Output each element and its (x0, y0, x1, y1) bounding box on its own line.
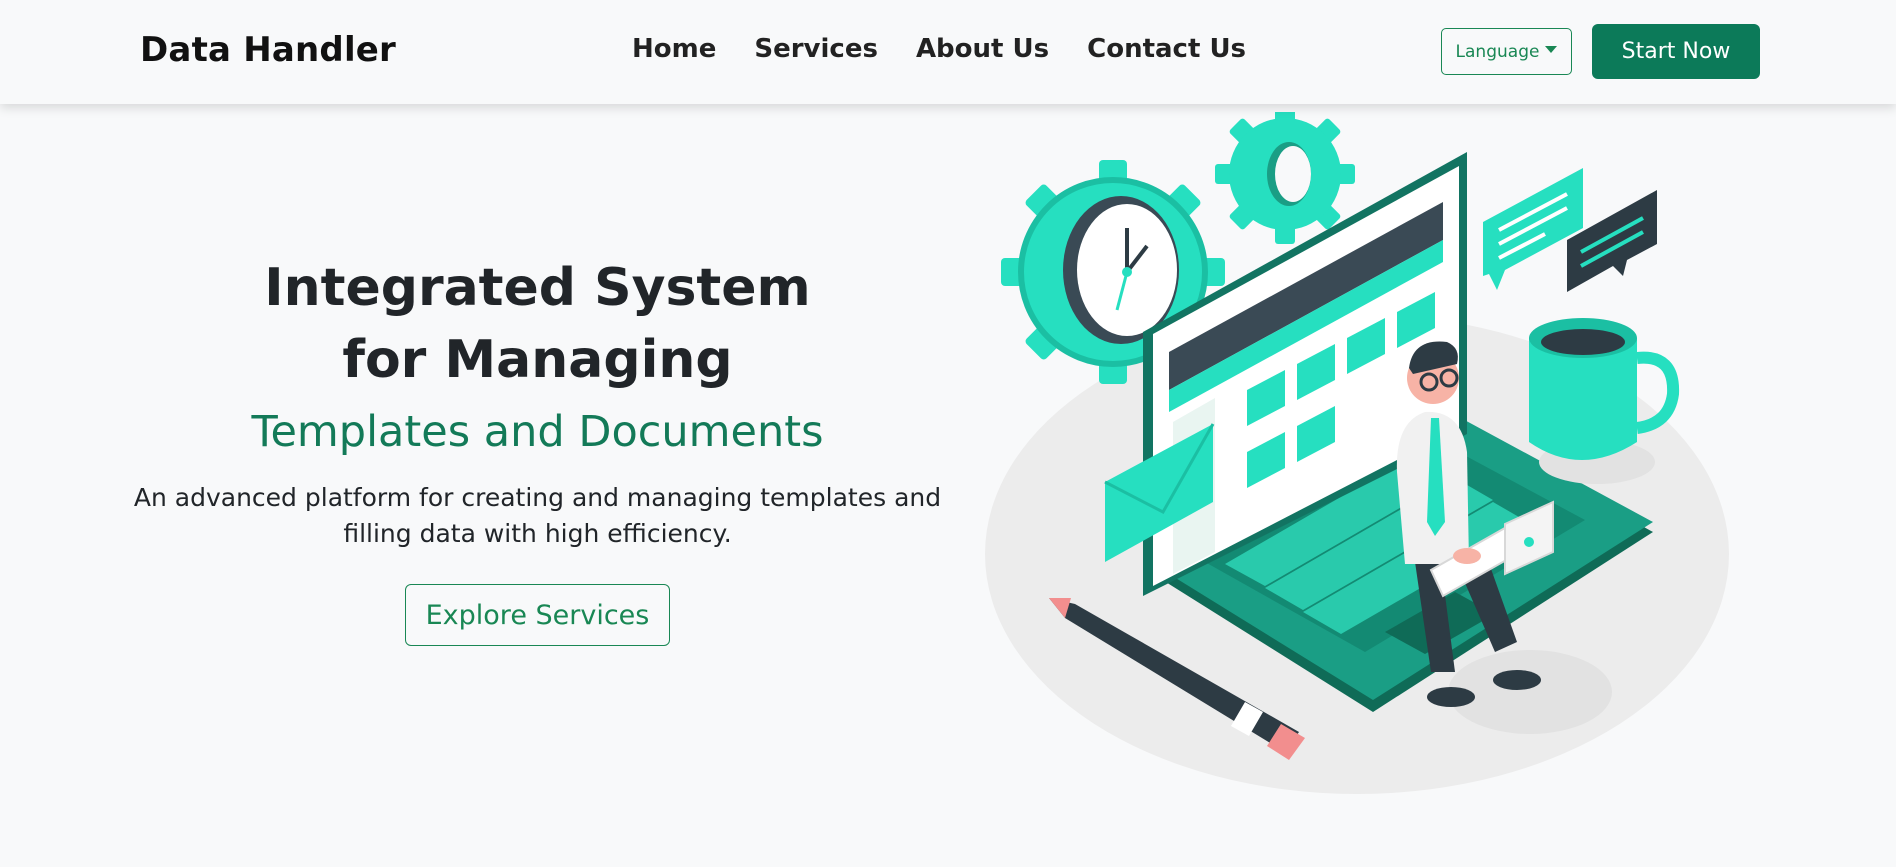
nav-link-home[interactable]: Home (632, 34, 716, 64)
language-label: Language (1455, 41, 1540, 62)
hero-title: Integrated System for Managing (264, 258, 811, 390)
coffee-cup-icon (1529, 318, 1680, 484)
person-with-laptop-illustration (985, 112, 1729, 794)
navbar: Data Handler Home Services About Us Cont… (0, 0, 1896, 104)
brand-logo[interactable]: Data Handler (140, 30, 396, 70)
nav-link-about-us[interactable]: About Us (916, 34, 1049, 64)
nav-link-services[interactable]: Services (754, 34, 878, 64)
gear-icon (1215, 112, 1355, 244)
language-dropdown[interactable]: Language (1441, 28, 1572, 75)
caret-down-icon (1545, 46, 1558, 53)
nav-links: Home Services About Us Contact Us (632, 34, 1246, 64)
chat-bubbles-icon (1483, 168, 1657, 292)
hero-section: Integrated System for Managing Templates… (120, 252, 955, 646)
hero-description: An advanced platform for creating and ma… (133, 483, 942, 548)
explore-services-button[interactable]: Explore Services (405, 584, 670, 646)
hero-subtitle: Templates and Documents (251, 407, 824, 457)
start-now-button[interactable]: Start Now (1592, 24, 1760, 79)
nav-link-contact-us[interactable]: Contact Us (1087, 34, 1246, 64)
